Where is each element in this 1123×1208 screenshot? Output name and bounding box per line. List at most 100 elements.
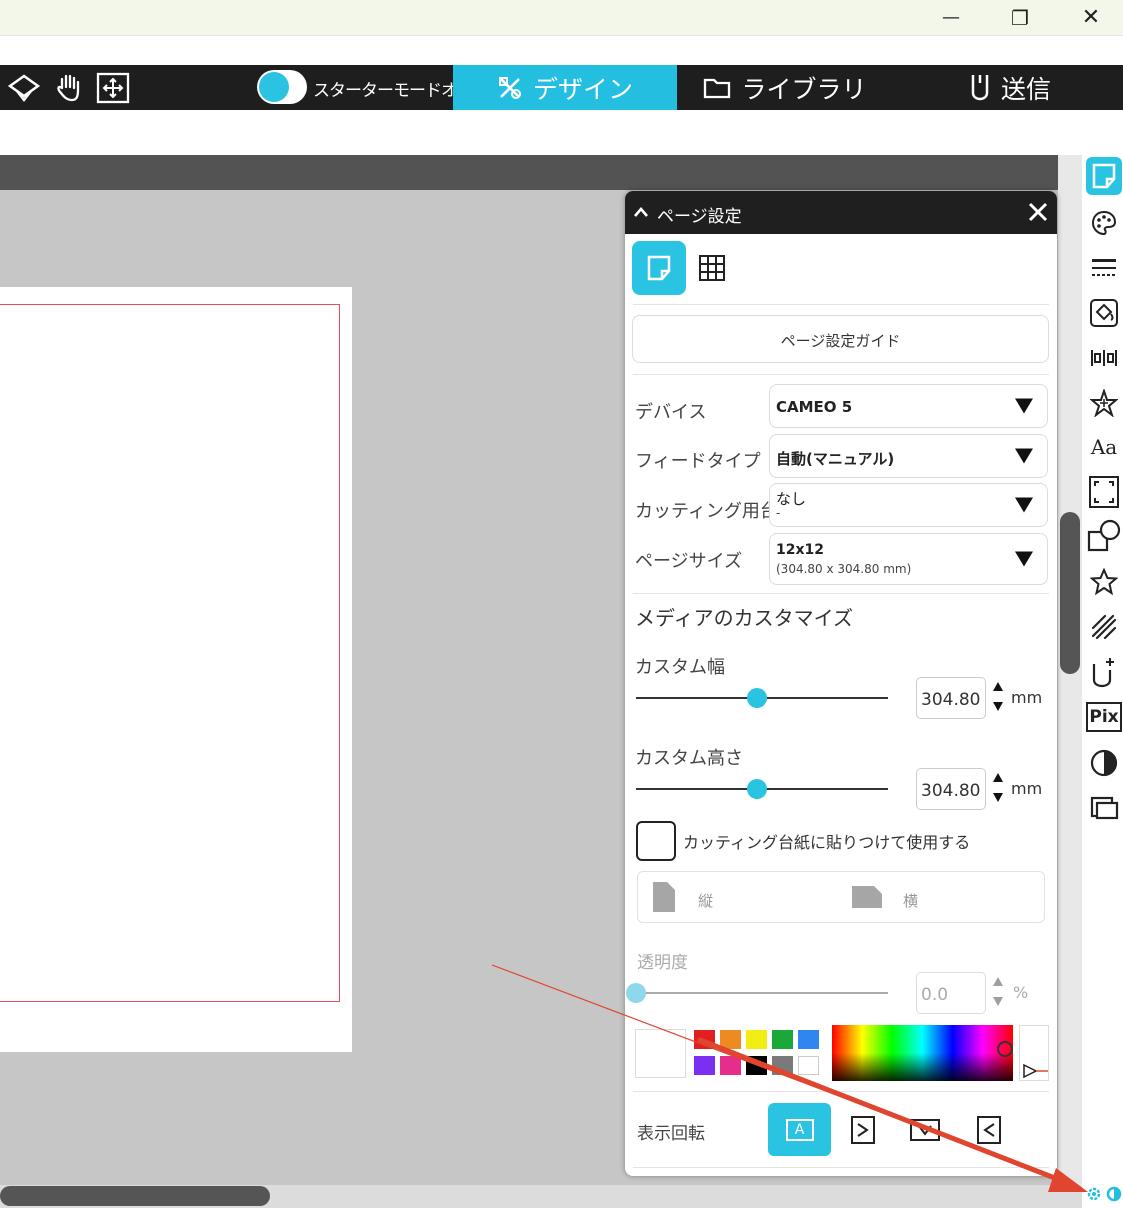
- settings-icon[interactable]: [1082, 1182, 1123, 1206]
- custom-width-slider-knob[interactable]: [746, 688, 767, 708]
- custom-height-spinner[interactable]: [992, 771, 1004, 805]
- page-setup-tab[interactable]: [632, 241, 686, 295]
- transparency-slider[interactable]: [636, 992, 888, 994]
- restore-button[interactable]: ❐: [995, 0, 1045, 35]
- separator: [633, 1167, 1049, 1168]
- feed-type-select[interactable]: 自動(マニュアル): [769, 434, 1048, 478]
- move-tool-icon[interactable]: [96, 71, 130, 105]
- current-color-swatch[interactable]: [635, 1029, 686, 1078]
- fill-icon[interactable]: [1086, 294, 1122, 332]
- grid-tab[interactable]: [698, 254, 726, 286]
- modify-icon[interactable]: [1086, 518, 1122, 556]
- effects-icon[interactable]: [1086, 563, 1122, 601]
- portrait-label: 縦: [698, 892, 714, 910]
- trace-icon[interactable]: [1086, 744, 1122, 782]
- offset-icon[interactable]: [1086, 653, 1122, 691]
- device-value: CAMEO 5: [776, 398, 853, 416]
- align-icon[interactable]: [1086, 339, 1122, 377]
- send-icon: [971, 74, 989, 100]
- landscape-button[interactable]: [851, 885, 883, 913]
- rotation-270-button[interactable]: [975, 1115, 1003, 1145]
- folder-icon: [704, 78, 731, 98]
- color-swatch[interactable]: [720, 1030, 741, 1049]
- sketch-icon[interactable]: [1086, 608, 1122, 646]
- menu-strip: [0, 35, 1123, 65]
- feed-type-label: フィードタイプ: [635, 451, 761, 472]
- library-panel-icon[interactable]: [1086, 789, 1122, 827]
- custom-height-unit: mm: [1011, 779, 1043, 798]
- transform-icon[interactable]: [1086, 384, 1122, 422]
- color-preview: [1019, 1025, 1049, 1081]
- rotate-90-icon: [851, 1116, 875, 1144]
- starter-mode-label: スターターモードオフ: [313, 81, 474, 101]
- hand-tool-icon[interactable]: [52, 71, 86, 105]
- transparency-spinner[interactable]: [992, 975, 1004, 1009]
- portrait-button[interactable]: [652, 881, 676, 917]
- select-tool-icon[interactable]: [7, 71, 41, 105]
- page-setup-icon[interactable]: [1086, 157, 1122, 195]
- color-swatch[interactable]: [798, 1056, 819, 1075]
- dropdown-arrow-icon: [1015, 448, 1033, 464]
- dropdown-arrow-icon: [1015, 398, 1033, 414]
- custom-width-unit: mm: [1011, 688, 1043, 707]
- pixscan-label: Pix: [1086, 702, 1122, 732]
- rotation-180-button[interactable]: [909, 1115, 941, 1145]
- page-settings-panel: ページ設定 ページ設定ガイド デバイス CAMEO 5 フィードタイプ 自動(マ…: [625, 191, 1057, 1176]
- cutting-mat-value: なし: [776, 490, 807, 508]
- color-swatch[interactable]: [798, 1030, 819, 1049]
- color-swatch[interactable]: [720, 1056, 741, 1075]
- page-setup-guide-button[interactable]: ページ設定ガイド: [632, 315, 1049, 363]
- dropdown-arrow-icon: [1015, 551, 1033, 567]
- line-style-icon[interactable]: [1086, 249, 1122, 287]
- color-swatch[interactable]: [746, 1056, 767, 1075]
- palette-icon[interactable]: [1086, 204, 1122, 242]
- color-swatch[interactable]: [772, 1030, 793, 1049]
- custom-height-input[interactable]: 304.80: [916, 768, 986, 810]
- tab-send[interactable]: 送信: [940, 65, 1080, 110]
- custom-width-spinner[interactable]: [992, 680, 1004, 714]
- transparency-unit: %: [1013, 983, 1029, 1002]
- custom-width-input[interactable]: 304.80: [916, 677, 986, 719]
- secondary-toolbar: [0, 110, 1123, 155]
- collapse-chevron-icon[interactable]: [633, 206, 649, 218]
- horizontal-scroll-thumb[interactable]: [0, 1186, 270, 1206]
- tab-library[interactable]: ライブラリ: [690, 65, 880, 110]
- color-picker-handle[interactable]: [997, 1041, 1013, 1057]
- eyedropper-arrow-icon[interactable]: [1022, 1064, 1048, 1078]
- minimize-button[interactable]: —: [926, 0, 976, 35]
- mat-checkbox[interactable]: [636, 821, 676, 861]
- cut-border: [0, 304, 340, 1002]
- page-size-sub: (304.80 x 304.80 mm): [776, 562, 912, 576]
- landscape-icon: [852, 886, 882, 908]
- color-swatch[interactable]: [694, 1030, 715, 1049]
- scale-icon[interactable]: [1086, 473, 1122, 511]
- pixscan-icon[interactable]: Pix: [1086, 698, 1122, 736]
- close-window-button[interactable]: ✕: [1066, 0, 1116, 35]
- landscape-label: 横: [903, 892, 919, 910]
- vertical-scroll-thumb[interactable]: [1060, 512, 1080, 674]
- device-select[interactable]: CAMEO 5: [769, 384, 1048, 428]
- page-size-label: ページサイズ: [635, 551, 743, 572]
- canvas-ruler-bar: [0, 155, 1058, 190]
- custom-height-slider-knob[interactable]: [746, 779, 767, 799]
- starter-mode-toggle[interactable]: [257, 70, 307, 104]
- transparency-slider-knob[interactable]: [626, 983, 646, 1003]
- media-customize-heading: メディアのカスタマイズ: [635, 606, 853, 630]
- panel-header: ページ設定: [625, 191, 1057, 234]
- transparency-input[interactable]: 0.0: [916, 972, 986, 1014]
- device-label: デバイス: [635, 402, 707, 423]
- rotation-0-button[interactable]: A: [768, 1103, 831, 1156]
- tab-design-label: デザイン: [532, 74, 633, 104]
- dropdown-arrow-icon: [1015, 497, 1033, 513]
- color-swatch[interactable]: [772, 1056, 793, 1075]
- color-swatch[interactable]: [694, 1056, 715, 1075]
- tab-design[interactable]: デザイン: [453, 65, 677, 110]
- color-spectrum[interactable]: [832, 1025, 1013, 1081]
- rotation-90-button[interactable]: [849, 1115, 877, 1145]
- color-swatch[interactable]: [746, 1030, 767, 1049]
- page-size-select[interactable]: 12x12 (304.80 x 304.80 mm): [769, 533, 1048, 585]
- text-style-icon[interactable]: Aa: [1086, 428, 1122, 466]
- panel-close-icon[interactable]: [1027, 201, 1049, 223]
- design-icon: [498, 76, 521, 99]
- cutting-mat-select[interactable]: なし -: [769, 483, 1048, 527]
